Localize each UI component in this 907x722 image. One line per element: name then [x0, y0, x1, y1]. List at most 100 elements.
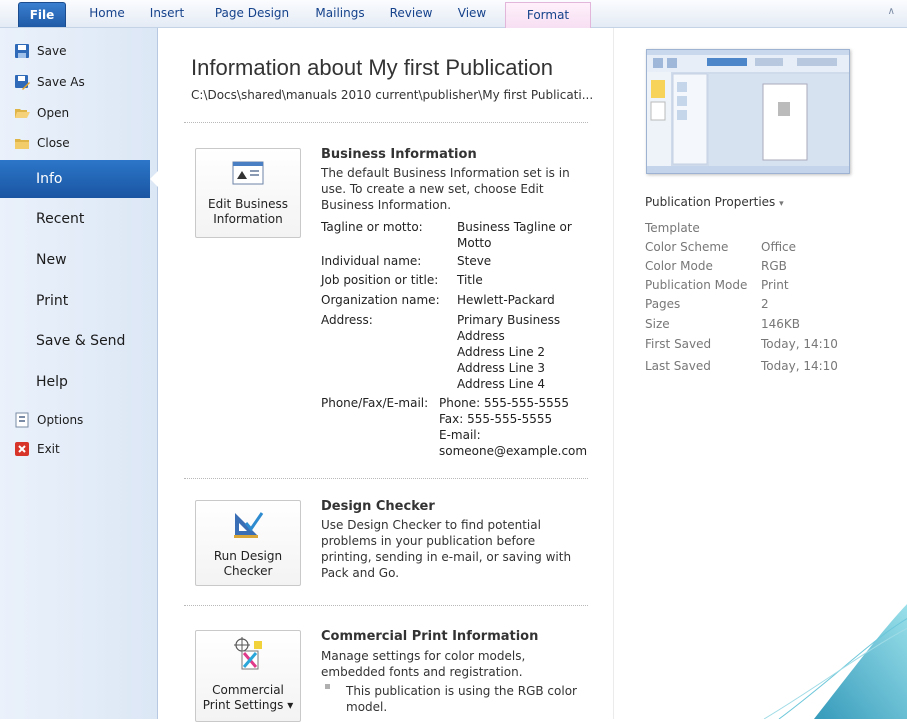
property-key: Last Saved: [645, 359, 711, 373]
commercial-print-description: Manage settings for color models, embedd…: [321, 649, 526, 679]
edit-business-line2: Information: [213, 212, 283, 226]
save-label: Save: [37, 44, 67, 58]
business-heading: Business Information: [321, 147, 477, 162]
individual-name-value: Steve: [457, 254, 492, 268]
property-key: Size: [645, 317, 670, 331]
nav-save-send[interactable]: Save & Send: [0, 322, 157, 360]
save-as-command[interactable]: Save As: [14, 71, 85, 93]
save-command[interactable]: Save: [14, 40, 66, 62]
nav-info[interactable]: Info: [0, 160, 158, 198]
design-checker-heading: Design Checker: [321, 499, 435, 514]
contact-line: Phone: 555-555-5555: [439, 396, 570, 410]
design-checker-line2: Checker: [223, 564, 273, 578]
property-value: Print: [761, 278, 789, 292]
thumbnail-preview: [647, 50, 849, 173]
property-value: Today, 14:10: [761, 337, 838, 351]
job-title-value: Title: [457, 273, 483, 287]
commercial-print-settings-button[interactable]: Commercial Print Settings ▾: [195, 630, 301, 722]
tab-format[interactable]: Format: [505, 2, 591, 28]
tab-view[interactable]: View: [450, 0, 494, 27]
open-command[interactable]: Open: [14, 102, 69, 124]
nav-recent[interactable]: Recent: [0, 200, 157, 238]
tagline-key: Tagline or motto:: [321, 220, 423, 234]
folder-open-icon: [14, 105, 30, 121]
organization-value: Hewlett-Packard: [457, 293, 555, 307]
open-label: Open: [37, 106, 70, 120]
close-label: Close: [37, 136, 70, 150]
business-description: The default Business Information set is …: [321, 166, 570, 212]
close-command[interactable]: Close: [14, 132, 70, 154]
property-value: Office: [761, 240, 797, 254]
property-value: Today, 14:10: [761, 359, 838, 373]
edit-business-information-button[interactable]: Edit Business Information: [195, 148, 301, 238]
backstage-nav: Save Save As Open Close Info Recent New …: [0, 28, 158, 719]
info-panel: Information about My first Publication C…: [158, 28, 613, 722]
options-command[interactable]: Options: [14, 409, 83, 431]
properties-header-text: Publication Properties: [645, 195, 776, 209]
bullet-icon: [325, 684, 330, 689]
property-key: Pages: [645, 297, 681, 311]
tagline-value: Business Tagline or Motto: [457, 220, 572, 250]
exit-command[interactable]: Exit: [14, 438, 60, 460]
address-line: Address Line 3: [457, 361, 546, 375]
dropdown-arrow-icon: ▾: [779, 199, 784, 209]
business-card-icon: [232, 161, 264, 185]
property-key: First Saved: [645, 337, 712, 351]
commercial-print-line1: Commercial: [212, 683, 284, 697]
floppy-disk-icon: [14, 43, 30, 59]
contact-line: someone@example.com: [439, 444, 588, 458]
tab-page-design[interactable]: Page Design: [206, 0, 298, 27]
save-as-label: Save As: [37, 75, 85, 89]
exit-icon: [14, 441, 30, 457]
color-model-note: This publication is using the RGB color …: [346, 684, 577, 714]
commercial-print-heading: Commercial Print Information: [321, 629, 539, 644]
design-checker-description: Use Design Checker to find potential pro…: [321, 518, 572, 580]
tab-file[interactable]: File: [18, 2, 66, 27]
property-key: Publication Mode: [645, 278, 748, 292]
property-value: 2: [761, 297, 769, 311]
edit-business-line1: Edit Business: [208, 197, 288, 211]
property-key: Color Scheme: [645, 240, 729, 254]
design-checker-line1: Run Design: [213, 549, 283, 563]
address-line: Address Line 2: [457, 345, 546, 359]
job-title-key: Job position or title:: [321, 273, 439, 287]
address-line: Address: [457, 329, 505, 343]
property-value: 146KB: [761, 317, 801, 331]
tab-review[interactable]: Review: [384, 0, 438, 27]
address-line: Primary Business: [457, 313, 561, 327]
file-path: C:\Docs\shared\manuals 2010 current\publ…: [191, 88, 594, 102]
divider: [184, 605, 588, 606]
folder-close-icon: [14, 135, 30, 151]
contact-line: E-mail:: [439, 428, 481, 442]
commercial-print-icon: [234, 637, 262, 670]
publication-properties-dropdown[interactable]: Publication Properties ▾: [645, 195, 784, 209]
properties-panel: Publication Properties ▾ Template Color …: [613, 28, 907, 719]
divider: [184, 122, 588, 123]
save-as-icon: [14, 74, 30, 90]
tab-insert[interactable]: Insert: [144, 0, 190, 27]
property-key: Template: [645, 221, 700, 235]
contact-key: Phone/Fax/E-mail:: [321, 396, 429, 410]
nav-new[interactable]: New: [0, 241, 157, 279]
chevron-up-icon[interactable]: ∧: [888, 6, 895, 17]
commercial-print-line2: Print Settings ▾: [196, 698, 300, 713]
run-design-checker-button[interactable]: Run Design Checker: [195, 500, 301, 586]
address-key: Address:: [321, 313, 373, 327]
design-checker-icon: [234, 512, 264, 538]
individual-name-key: Individual name:: [321, 254, 422, 268]
dropdown-arrow-icon: ▾: [287, 698, 294, 712]
property-value: RGB: [761, 259, 787, 273]
publication-thumbnail: [646, 49, 850, 174]
contact-line: Fax: 555-555-5555: [439, 412, 553, 426]
commercial-print-line2-text: Print Settings: [202, 698, 284, 712]
address-line: Address Line 4: [457, 377, 546, 391]
nav-help[interactable]: Help: [0, 363, 157, 401]
ribbon-tab-bar: File Home Insert Page Design Mailings Re…: [0, 0, 907, 28]
exit-label: Exit: [37, 442, 60, 456]
organization-key: Organization name:: [321, 293, 440, 307]
tab-home[interactable]: Home: [82, 0, 132, 27]
page-title: Information about My first Publication: [191, 55, 553, 80]
nav-print[interactable]: Print: [0, 282, 157, 320]
tab-mailings[interactable]: Mailings: [308, 0, 372, 27]
property-key: Color Mode: [645, 259, 713, 273]
